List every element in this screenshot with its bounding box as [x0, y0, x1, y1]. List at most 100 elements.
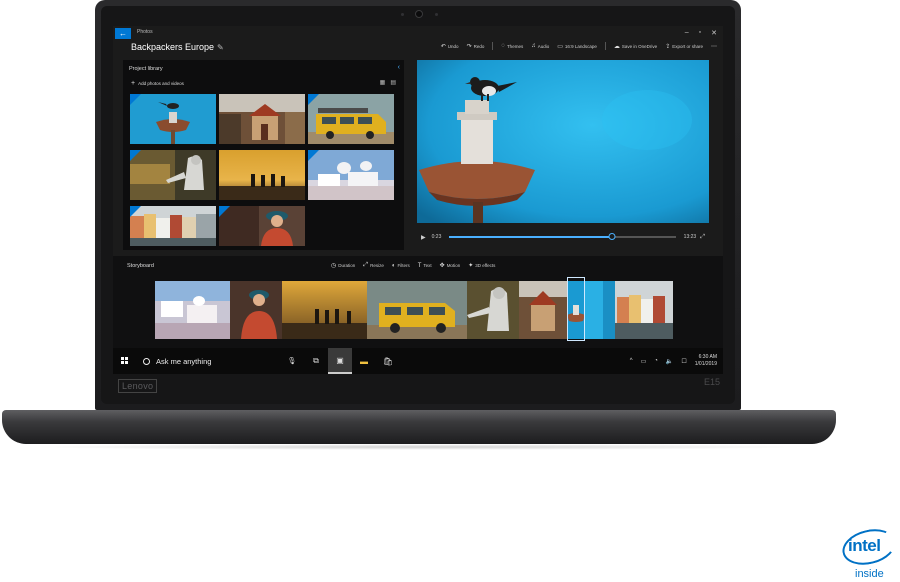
minimize-button[interactable]: –: [685, 29, 689, 37]
3d-effects-button[interactable]: ✦ 3D effects: [468, 262, 495, 269]
aspect-ratio-button[interactable]: ▭ 16:9 Landscape: [557, 43, 597, 50]
maximize-button[interactable]: ▫: [699, 29, 701, 37]
redo-button[interactable]: ↷ Redo: [467, 43, 485, 50]
collapse-library-icon[interactable]: ‹: [398, 64, 400, 71]
motion-button[interactable]: ✥ Motion: [440, 262, 461, 269]
selected-mark: [130, 150, 141, 161]
taskbar: Ask me anything 🎙 ⧉ ▣ ▬ 🛍 ^ ▭ ◔ 🔈 ☐ 6:30…: [113, 348, 723, 374]
lamp-bird-image: [130, 94, 216, 144]
system-tray: ^ ▭ ◔ 🔈 ☐ 6:30 AM 1/01/2019: [630, 354, 723, 368]
storyboard-clips: [155, 281, 673, 339]
clock-time: 6:30 AM: [698, 354, 717, 360]
intel-inside-text: inside: [855, 568, 884, 580]
plus-icon: +: [131, 80, 136, 87]
search-box[interactable]: Ask me anything: [135, 352, 280, 370]
library-thumbnail-hiker[interactable]: [130, 150, 216, 200]
storyboard-strip[interactable]: [155, 281, 673, 339]
library-thumbnail-lamp[interactable]: [130, 94, 216, 144]
audio-button[interactable]: ♫ Audio: [531, 43, 549, 49]
wifi-icon[interactable]: ◔: [654, 358, 658, 364]
selected-clip[interactable]: [567, 277, 585, 341]
microphone-icon[interactable]: 🎙: [280, 357, 304, 365]
themes-label: Themes: [506, 43, 524, 49]
cortana-icon: [143, 357, 150, 365]
santorini-image: [308, 150, 394, 200]
app-name: Photos: [137, 29, 153, 35]
filters-icon: ◐: [391, 262, 396, 269]
duration-label: Duration: [338, 263, 356, 268]
undo-label: Undo: [447, 43, 459, 49]
screen: ← Photos – ▫ ✕ Backpackers Europe ✎ ↶ Undo…: [113, 26, 723, 374]
intel-inside-logo: intel inside: [838, 523, 900, 582]
undo-button[interactable]: ↶ Undo: [441, 43, 459, 50]
window-controls: – ▫ ✕: [685, 29, 717, 37]
start-button[interactable]: [113, 357, 135, 365]
3d-effects-icon: ✦: [468, 263, 474, 269]
clock[interactable]: 6:30 AM 1/01/2019: [695, 354, 717, 368]
seek-progress: [449, 236, 613, 238]
export-share-button[interactable]: ⇪ Export or share: [665, 43, 703, 50]
pencil-icon[interactable]: ✎: [217, 43, 224, 52]
playback-bar: ▶ 0:23 13:23 ⤢: [417, 230, 709, 244]
title-bar: ← Photos – ▫ ✕ Backpackers Europe ✎ ↶ Undo…: [113, 26, 723, 56]
current-time: 0:23: [431, 234, 442, 240]
motion-label: Motion: [446, 263, 461, 268]
library-thumbnail-sunset-hikers[interactable]: [219, 150, 305, 200]
storyboard: Storyboard ◷ Duration ⤢ Resize ◐ Filters TT…: [113, 256, 723, 348]
library-thumbnail-santorini[interactable]: [308, 150, 394, 200]
filters-label: Filters: [397, 263, 410, 268]
library-thumbnail-backpacker[interactable]: [219, 206, 305, 246]
text-label: Text: [423, 263, 432, 268]
notification-icon[interactable]: ☐: [681, 358, 686, 365]
toolbar-divider: [492, 42, 494, 50]
file-explorer-icon[interactable]: ▬: [352, 348, 376, 374]
resize-button[interactable]: ⤢ Resize: [363, 262, 384, 269]
library-thumbnail-village[interactable]: [219, 94, 305, 144]
aspect-icon: ▭: [557, 43, 563, 50]
motion-icon: ✥: [439, 263, 445, 269]
seek-bar[interactable]: [449, 233, 676, 240]
webcam: [415, 10, 423, 18]
intel-wordmark: intel: [848, 536, 881, 555]
save-onedrive-label: Save in OneDrive: [621, 43, 658, 49]
sensor-dot: [401, 13, 404, 16]
save-onedrive-button[interactable]: ☁ Save in OneDrive: [614, 43, 657, 50]
list-view-icon[interactable]: ▤: [390, 79, 396, 86]
store-icon[interactable]: 🛍: [376, 348, 400, 374]
photos-app-icon[interactable]: ▣: [328, 348, 352, 374]
resize-label: Resize: [370, 263, 384, 268]
battery-icon[interactable]: ▭: [641, 358, 647, 365]
themes-button[interactable]: ◌ Themes: [501, 43, 523, 49]
seek-handle[interactable]: [608, 233, 616, 240]
more-options-button[interactable]: ⋯: [711, 43, 717, 50]
close-button[interactable]: ✕: [711, 29, 717, 37]
sensor-dot: [435, 13, 438, 16]
hiker-image: [130, 150, 216, 200]
riverside-image: [130, 206, 216, 246]
library-thumbnail-riverside[interactable]: [130, 206, 216, 246]
text-icon: T: [417, 262, 422, 269]
task-view-icon[interactable]: ⧉: [304, 348, 328, 374]
storyboard-title: Storyboard: [127, 263, 154, 269]
filters-button[interactable]: ◐ Filters: [392, 262, 410, 269]
resize-icon: ⤢: [363, 262, 369, 268]
fullscreen-icon[interactable]: ⤢: [700, 234, 705, 241]
backpacker-image: [219, 206, 305, 246]
village-image: [219, 94, 305, 144]
library-thumbnail-van[interactable]: [308, 94, 394, 144]
grid-view-icon[interactable]: ▦: [380, 79, 386, 86]
chevron-up-icon[interactable]: ^: [630, 358, 633, 364]
play-icon[interactable]: ▶: [421, 234, 426, 241]
total-time: 13:23: [683, 234, 697, 240]
more-icon: ⋯: [711, 43, 717, 50]
back-button[interactable]: ←: [115, 28, 131, 39]
aspect-label: 16:9 Landscape: [564, 43, 597, 49]
video-preview[interactable]: [417, 60, 709, 223]
volume-icon[interactable]: 🔈: [666, 358, 673, 365]
add-photos-button[interactable]: + Add photos and videos: [131, 80, 184, 87]
duration-button[interactable]: ◷ Duration: [331, 262, 355, 269]
laptop-base: [2, 410, 836, 444]
text-button[interactable]: T Text: [418, 262, 432, 269]
project-library: Project library ‹ + Add photos and videos…: [123, 60, 404, 250]
project-title[interactable]: Backpackers Europe ✎: [131, 42, 224, 52]
